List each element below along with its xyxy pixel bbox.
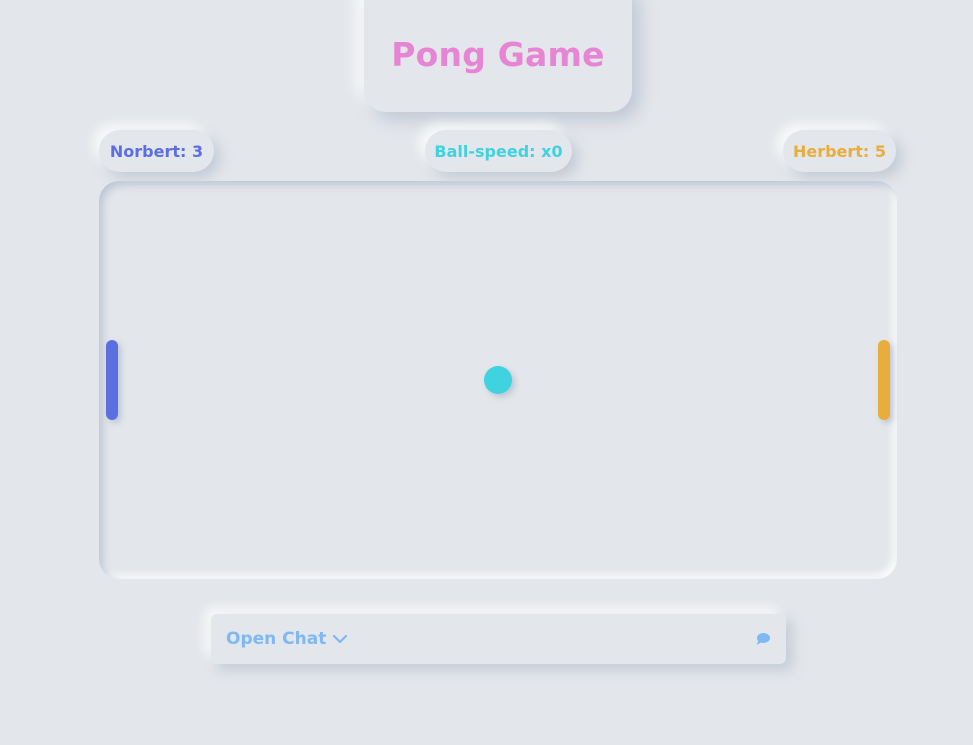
- page-title: Pong Game: [391, 35, 605, 74]
- ball: [484, 366, 512, 394]
- chevron-down-icon: [332, 633, 348, 645]
- open-chat-toggle[interactable]: Open Chat: [226, 629, 348, 649]
- right-player-score: Herbert: 5: [783, 130, 896, 172]
- open-chat-button[interactable]: Open Chat: [211, 614, 786, 664]
- ball-speed-indicator: Ball-speed: x0: [425, 130, 572, 172]
- pong-game: Pong Game Norbert: 3 Ball-speed: x0 Herb…: [0, 0, 973, 745]
- title-card: Pong Game: [364, 0, 632, 112]
- chat-bubble-icon[interactable]: [755, 632, 771, 646]
- right-paddle: [878, 340, 890, 420]
- game-board[interactable]: [99, 181, 897, 579]
- open-chat-label: Open Chat: [226, 629, 327, 649]
- left-paddle: [106, 340, 118, 420]
- left-player-score: Norbert: 3: [99, 130, 214, 172]
